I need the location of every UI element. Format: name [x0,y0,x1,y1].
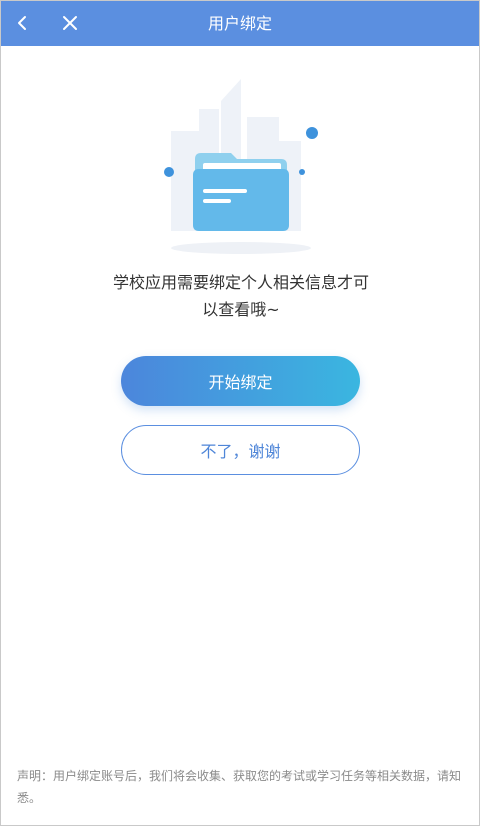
close-icon [63,16,77,30]
folder-illustration [164,79,318,254]
decor-dot [306,127,318,139]
decline-button[interactable]: 不了，谢谢 [121,425,360,475]
start-bind-button[interactable]: 开始绑定 [121,356,360,406]
disclaimer-text: 声明：用户绑定账号后，我们将会收集、获取您的考试或学习任务等相关数据，请知悉。 [17,769,462,805]
app-screen: 用户绑定 学校应用需要绑定个人相关信息才可 以查看哦~ 开始绑定 不了，谢谢 声… [0,0,480,826]
navbar: 用户绑定 [1,1,479,46]
decor-dot [164,167,174,177]
message-line-2: 以查看哦~ [202,300,280,319]
folder-icon [193,153,289,231]
bind-message: 学校应用需要绑定个人相关信息才可 以查看哦~ [91,269,391,323]
message-line-1: 学校应用需要绑定个人相关信息才可 [112,273,369,292]
decor-dot [299,169,305,175]
close-button[interactable] [54,7,86,39]
back-button[interactable] [7,7,39,39]
chevron-left-icon [18,16,26,30]
